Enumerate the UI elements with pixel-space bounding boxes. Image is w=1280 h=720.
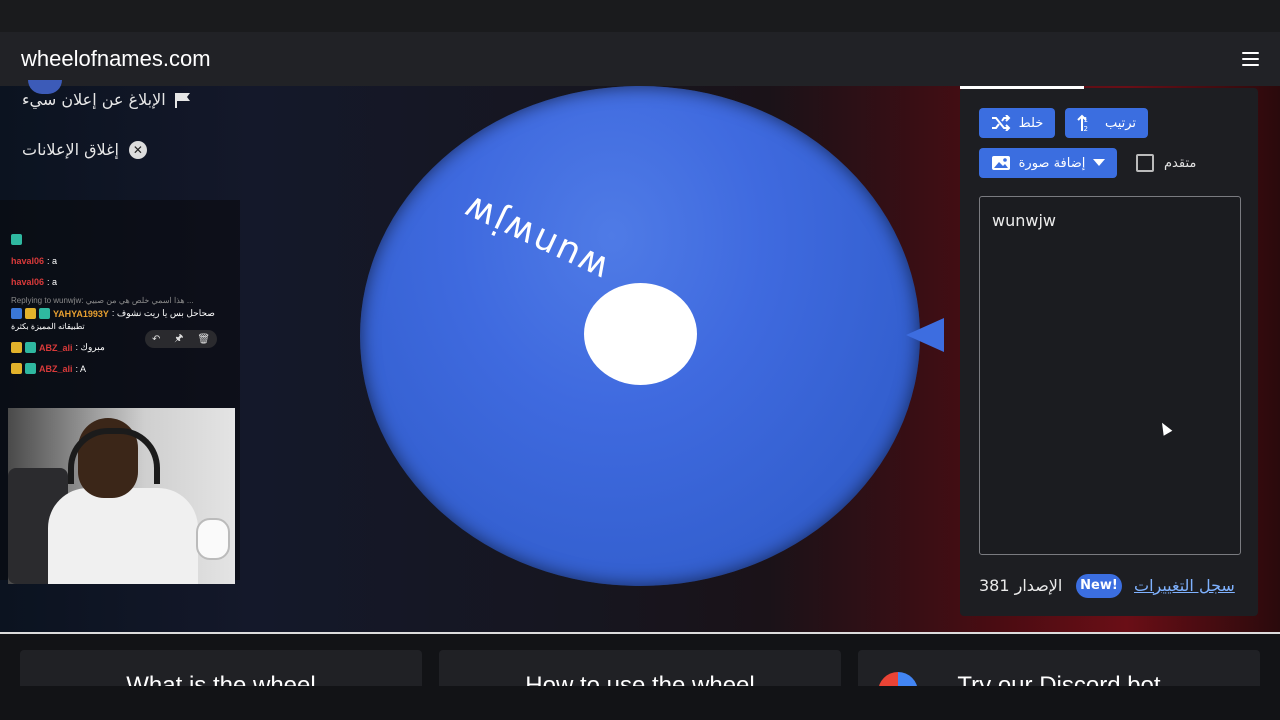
panel-tab-indicator [960,86,1084,89]
chat-username: haval06 [11,277,45,287]
chat-badge-icon [25,363,36,374]
chat-message: haval06 : a [11,256,57,266]
version-label: الإصدار 381 [979,576,1063,595]
advanced-checkbox[interactable] [1136,154,1154,172]
chat-text: : A [75,363,87,374]
crown-badge-icon [11,342,22,353]
advanced-toggle[interactable]: متقدم [1136,154,1196,172]
delete-icon[interactable]: 🗑 [197,334,210,345]
flag-icon [174,92,190,108]
svg-text:2: 2 [1083,125,1087,132]
webcam-person-body [48,488,198,584]
entry-item: wunwjw [992,211,1056,230]
chat-text: : a [47,256,58,266]
chat-username: ABZ_ali [39,363,73,374]
chat-text-continued: تطبيقاته المميزة بكثرة [11,322,85,331]
chat-username: haval06 [11,256,45,266]
chat-text: : a [47,277,58,287]
shuffle-label: خلط [1018,115,1044,131]
close-circle-icon: ✕ [128,140,147,159]
sort-label: ترتيب [1104,115,1137,131]
close-ads-label: إغلاق الإعلانات [22,140,119,159]
advanced-label: متقدم [1164,155,1197,171]
hamburger-icon[interactable] [1242,52,1259,66]
image-icon [991,156,1010,170]
shuffle-button[interactable]: خلط [979,108,1055,138]
changelog-link[interactable]: سجل التغييرات [1134,576,1235,595]
stream-chat: haval06 : a haval06 : a Replying to wunw… [8,226,238,386]
crown-badge-icon [11,363,22,374]
chat-text: : مبروك [75,342,105,352]
chat-text: : صحاحل بس يا ريت نشوف [111,308,215,318]
navbar: wheelofnames.com [0,32,1280,87]
chat-message-tools: ↶ 🖈 🗑 [145,330,217,348]
chat-username: ABZ_ali [39,342,73,353]
chat-badge-icon [11,234,22,245]
chat-avatar-row [11,234,22,245]
svg-text:1: 1 [1083,116,1087,124]
chevron-down-icon [1093,159,1106,166]
add-image-button[interactable]: إضافة صورة [979,148,1117,178]
wheel-hub[interactable] [584,283,697,385]
chat-badge-icon [39,308,50,319]
pin-icon[interactable]: 🖈 [174,331,183,348]
sort-button[interactable]: ترتيب 12 [1065,108,1148,138]
shuffle-icon [991,115,1011,131]
report-ad-label: الإبلاغ عن إعلان سيء [22,90,166,109]
chat-badge-icon [25,342,36,353]
chat-message: haval06 : a [11,277,57,287]
wheel-pointer-icon [906,318,944,352]
browser-top-strip [0,0,1280,32]
chat-username: YAHYA1993Y [53,308,109,319]
add-image-label: إضافة صورة [1018,155,1086,171]
chat-message: ABZ_ali : مبروك [11,342,105,353]
chat-badge-icon [11,308,22,319]
close-ads-link[interactable]: ✕ إغلاق الإعلانات [22,140,147,159]
bottom-overlay-bar [0,686,1280,720]
chat-reply: Replying to wunwjw: هذا اسمي خلص هي من ص… [11,296,194,305]
webcam-lamp [196,518,230,560]
report-ad-link[interactable]: الإبلاغ عن إعلان سيء [22,90,192,109]
entries-textarea[interactable]: wunwjw [979,196,1241,555]
site-brand[interactable]: wheelofnames.com [21,46,211,72]
new-badge: New! [1076,574,1122,598]
crown-badge-icon [25,308,36,319]
chat-message: ABZ_ali : A [11,363,86,374]
webcam-overlay [8,408,235,584]
chat-message: YAHYA1993Y : صحاحل بس يا ريت نشوف [11,308,215,319]
sort-icon: 12 [1077,114,1088,132]
undo-icon[interactable]: ↶ [152,334,160,345]
